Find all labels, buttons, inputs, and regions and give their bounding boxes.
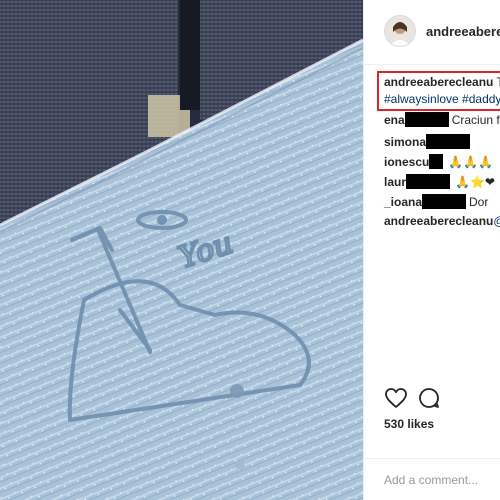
caption-username[interactable]: andreeaberecleanu — [384, 75, 493, 89]
heart-icon[interactable] — [384, 386, 410, 412]
comment-item: ionescu 🙏🙏🙏 — [384, 154, 493, 169]
comment-username[interactable]: ena — [384, 113, 405, 127]
redaction-bar — [429, 154, 444, 169]
comment-item: ena Craciun ferici — [384, 112, 500, 127]
comment-emoji: 🙏⭐❤ — [455, 174, 495, 189]
redaction-bar — [404, 112, 449, 127]
caption-hashtags[interactable]: #alwaysinlove #daddy — [384, 92, 500, 106]
likes-count[interactable]: 530 likes — [384, 417, 434, 431]
comment-icon[interactable] — [417, 386, 443, 412]
redaction-bar — [426, 134, 471, 149]
comment-item: _ioana Dor — [384, 194, 488, 209]
comment-username[interactable]: ionescu — [384, 155, 429, 169]
add-comment-bar — [364, 458, 500, 500]
comment-username[interactable]: simona — [384, 135, 426, 149]
post-author-username[interactable]: andreeaberecleanu — [426, 24, 500, 39]
comment-text: Dor — [469, 194, 489, 209]
caption-text: Tu — [493, 75, 500, 89]
caption: andreeaberecleanu Tu — [384, 75, 500, 89]
add-comment-input[interactable] — [384, 471, 500, 489]
comment-item: andreeaberecleanu @_ — [384, 214, 500, 228]
frosted-table-photo: You — [0, 0, 363, 500]
post-header: andreeaberecleanu — [364, 0, 500, 65]
redaction-bar — [422, 194, 467, 209]
avatar[interactable] — [384, 15, 416, 47]
post-actions — [384, 386, 494, 414]
redaction-bar — [406, 174, 451, 189]
comment-username[interactable]: andreeaberecleanu — [384, 214, 493, 228]
post-photo[interactable]: You — [0, 0, 363, 500]
comment-username[interactable]: laur — [384, 175, 406, 189]
avatar-image — [385, 16, 415, 46]
comment-emoji: 🙏🙏🙏 — [448, 154, 494, 169]
comment-username[interactable]: _ioana — [384, 195, 422, 209]
comment-item: laur 🙏⭐❤ — [384, 174, 495, 189]
comment-mention[interactable]: @_ — [493, 214, 500, 228]
post-side-panel: andreeaberecleanu andreeaberecleanu Tu #… — [363, 0, 500, 500]
comment-text: Craciun ferici — [451, 112, 500, 127]
comment-item: simona — [384, 134, 473, 149]
